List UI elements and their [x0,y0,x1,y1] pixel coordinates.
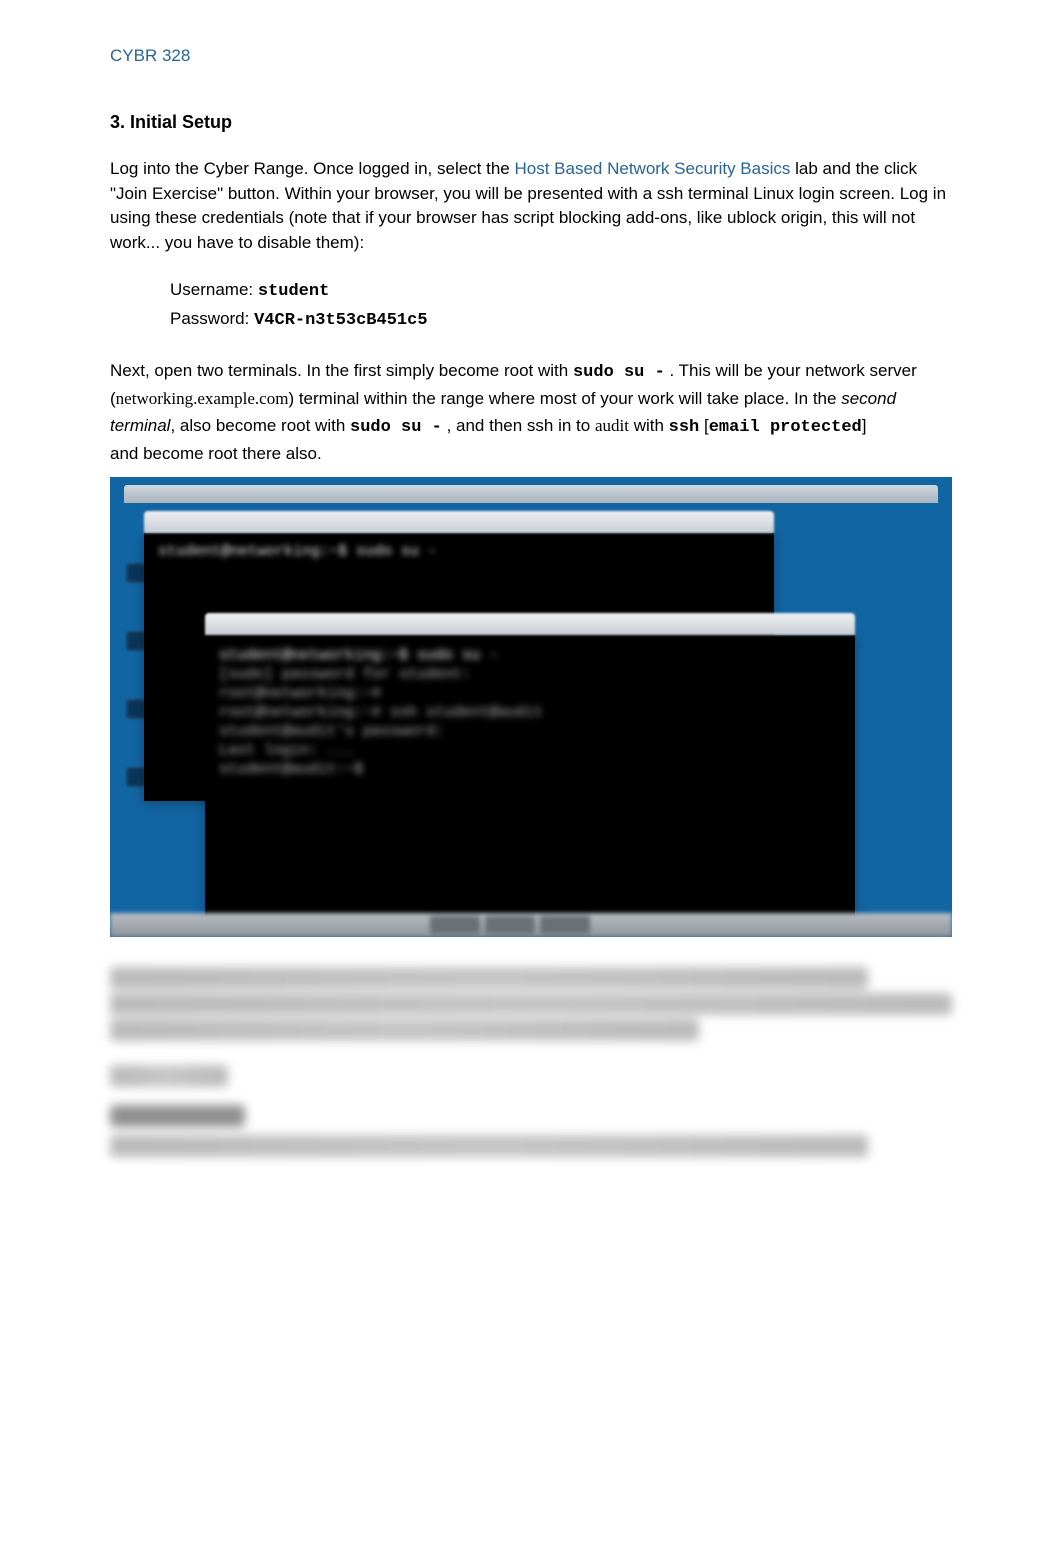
host-audit: audit [595,416,629,435]
section-heading: 3. Initial Setup [110,112,952,133]
terminal-line: student@audit:~$ [219,761,841,778]
cmd-ssh: ssh [669,418,700,437]
username-row: Username: student [170,276,952,305]
terminal-screenshot: student@networking:~$ sudo su - student@… [110,477,952,937]
terminal-line: Last login: ... [219,742,841,759]
password-label: Password: [170,309,254,328]
t1: Next, open two terminals. In the first s… [110,361,573,380]
intro-lead: Log into the Cyber Range. Once logged in… [110,159,514,178]
t6: with [634,416,669,435]
blurred-line [110,1135,868,1157]
t3: ) terminal within the range where most o… [288,389,841,408]
email-protected[interactable]: email protected [709,418,862,437]
taskbar-button [430,916,480,934]
blurred-line [110,1019,699,1041]
host-networking: networking.example.com [116,389,289,408]
email-close: ] [862,416,867,435]
course-code-link[interactable]: CYBR 328 [110,46,190,66]
taskbar-button [540,916,590,934]
steps-paragraph: Next, open two terminals. In the first s… [110,358,952,467]
cmd-sudo-2: sudo su - [350,418,442,437]
terminal-2-titlebar [205,613,855,635]
dock-icon [126,563,146,583]
t7: and become root there also. [110,444,322,463]
credentials-block: Username: student Password: V4CR-n3t53cB… [170,276,952,334]
blurred-line [110,967,868,989]
terminal-line: root@networking:~# [219,685,841,702]
intro-paragraph: Log into the Cyber Range. Once logged in… [110,157,952,256]
terminal-line: student@audit's password: [219,723,841,740]
blurred-heading [110,1105,245,1127]
dock-icon [126,767,146,787]
dock-icon [126,699,146,719]
desktop-titlebar [124,485,938,503]
taskbar-button [485,916,535,934]
lab-link[interactable]: Host Based Network Security Basics [514,159,790,178]
blurred-line [110,993,952,1015]
desktop-side-icons [126,563,146,835]
dock-icon [126,631,146,651]
terminal-window-2: student@networking:~$ sudo su - [sudo] p… [205,613,855,923]
t4: , also become root with [170,416,350,435]
taskbar [110,913,952,937]
blurred-line [110,1065,228,1087]
password-value: V4CR-n3t53cB451c5 [254,311,427,330]
terminal-2-body: student@networking:~$ sudo su - [sudo] p… [205,635,855,923]
terminal-1-titlebar [144,511,774,533]
terminal-line: student@networking:~$ sudo su - [158,543,760,560]
terminal-line: root@networking:~# ssh student@audit [219,704,841,721]
paywalled-content [110,967,952,1157]
cmd-sudo-1: sudo su - [573,363,665,382]
username-value: student [258,282,329,301]
t5: , and then ssh in to [447,416,595,435]
username-label: Username: [170,280,258,299]
terminal-line: student@networking:~$ sudo su - [219,647,841,664]
password-row: Password: V4CR-n3t53cB451c5 [170,305,952,334]
terminal-line: [sudo] password for student: [219,666,841,683]
